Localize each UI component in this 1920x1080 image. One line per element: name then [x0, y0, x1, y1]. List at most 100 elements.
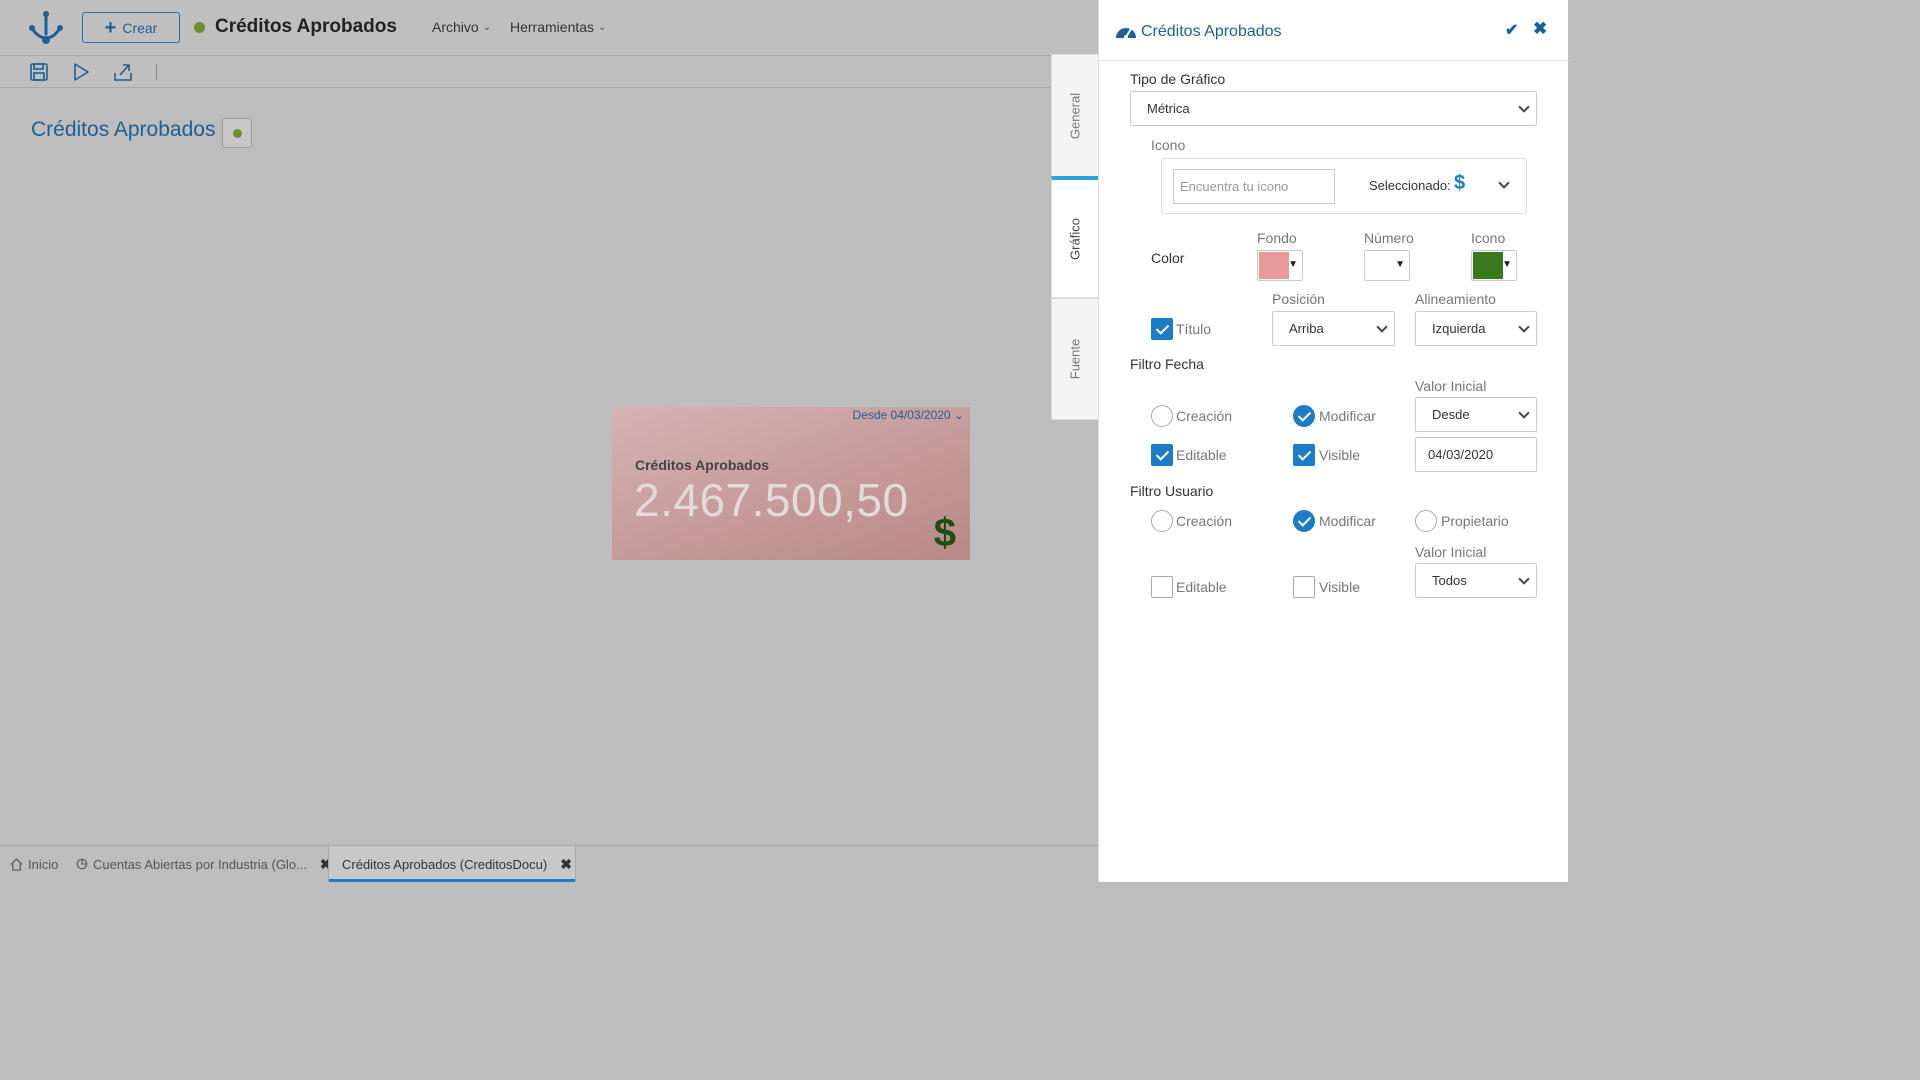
usuario-creacion-radio[interactable] — [1151, 510, 1173, 532]
icono-color-picker[interactable]: ▼ — [1471, 250, 1517, 281]
usuario-valor-inicial-value: Todos — [1432, 573, 1467, 588]
crear-button[interactable]: + Crear — [82, 12, 180, 43]
fondo-label: Fondo — [1257, 230, 1297, 246]
usuario-editable-checkbox[interactable] — [1151, 576, 1173, 598]
alineamiento-label: Alineamiento — [1415, 291, 1496, 307]
usuario-valor-inicial-select[interactable]: Todos — [1415, 563, 1537, 598]
caret-down-icon: ▼ — [1288, 259, 1298, 270]
chevron-down-icon — [1518, 101, 1530, 113]
fecha-valor-inicial-value: Desde — [1432, 407, 1470, 422]
dollar-icon: $ — [1454, 172, 1466, 194]
tipo-grafico-value: Métrica — [1147, 101, 1190, 116]
panel-header: Créditos Aprobados ✔ ✖ — [1099, 0, 1569, 61]
color-label: Color — [1151, 250, 1185, 266]
export-icon[interactable] — [113, 62, 133, 82]
usuario-valor-inicial-label: Valor Inicial — [1415, 544, 1487, 560]
menu-archivo-label: Archivo — [432, 19, 479, 35]
titulo-label: Título — [1176, 321, 1212, 337]
fecha-visible-checkbox[interactable] — [1293, 444, 1315, 466]
usuario-propietario-radio[interactable] — [1415, 510, 1437, 532]
document-title: Créditos Aprobados — [215, 16, 397, 37]
fecha-modificar-label: Modificar — [1319, 408, 1376, 424]
numero-swatch — [1366, 252, 1396, 279]
date-filter-dropdown[interactable]: Desde 04/03/2020 ⌄ — [853, 408, 964, 422]
plus-icon: + — [104, 16, 117, 39]
close-icon[interactable]: ✖ — [1533, 19, 1547, 39]
selected-label: Seleccionado: — [1369, 178, 1451, 193]
status-dot — [233, 129, 242, 138]
chevron-down-icon — [1518, 407, 1530, 419]
tipo-grafico-select[interactable]: Métrica — [1130, 91, 1537, 126]
tab-inicio-label: Inicio — [28, 856, 59, 872]
metric-title: Créditos Aprobados — [635, 457, 770, 473]
alineamiento-select[interactable]: Izquierda — [1415, 311, 1537, 346]
page-title: Créditos Aprobados — [31, 118, 216, 141]
toolbar-divider — [156, 64, 157, 80]
app-logo-icon[interactable] — [28, 10, 64, 46]
fecha-visible-label: Visible — [1319, 447, 1360, 463]
icon-search-input[interactable] — [1173, 169, 1335, 204]
chevron-down-icon: ⌄ — [482, 21, 492, 33]
chevron-down-icon — [1518, 573, 1530, 585]
home-icon — [10, 857, 23, 871]
icono-color-label: Icono — [1471, 230, 1506, 246]
chevron-down-icon: ⌄ — [598, 21, 607, 33]
menu-archivo[interactable]: Archivo ⌄ — [432, 19, 491, 35]
status-dot — [194, 22, 205, 33]
tab-general[interactable]: General — [1051, 54, 1098, 178]
save-icon[interactable] — [29, 62, 49, 82]
posicion-value: Arriba — [1289, 321, 1324, 336]
usuario-modificar-radio[interactable] — [1293, 510, 1315, 532]
icono-label: Icono — [1151, 137, 1186, 153]
gauge-icon — [1116, 28, 1136, 39]
tab-grafico[interactable]: Gráfico — [1051, 176, 1098, 298]
filtro-fecha-label: Filtro Fecha — [1130, 356, 1204, 372]
chevron-down-icon — [1376, 321, 1388, 333]
fecha-date-input[interactable] — [1415, 437, 1537, 472]
usuario-modificar-label: Modificar — [1319, 513, 1376, 529]
posicion-select[interactable]: Arriba — [1272, 311, 1395, 346]
fecha-valor-inicial-select[interactable]: Desde — [1415, 397, 1537, 432]
chevron-down-icon — [1518, 321, 1530, 333]
usuario-editable-label: Editable — [1176, 579, 1227, 595]
tab-fuente[interactable]: Fuente — [1051, 298, 1098, 420]
fecha-modificar-radio[interactable] — [1293, 405, 1315, 427]
date-filter-label: Desde 04/03/2020 — [852, 408, 951, 422]
titulo-checkbox[interactable] — [1151, 318, 1173, 340]
menu-herramientas[interactable]: Herramientas ⌄ — [510, 19, 606, 35]
numero-color-picker[interactable]: ▼ — [1364, 250, 1410, 281]
tab-inicio[interactable]: Inicio — [2, 846, 66, 882]
fecha-editable-label: Editable — [1176, 447, 1227, 463]
dollar-icon: $ — [933, 511, 956, 555]
chevron-down-icon[interactable] — [1498, 177, 1510, 189]
tab-cuentas-abiertas[interactable]: Cuentas Abiertas por Industria (Glo... ✖ — [68, 846, 340, 882]
toolbar — [0, 56, 1098, 88]
close-icon[interactable]: ✖ — [560, 856, 572, 873]
usuario-visible-checkbox[interactable] — [1293, 576, 1315, 598]
fecha-valor-inicial-label: Valor Inicial — [1415, 378, 1487, 394]
numero-label: Número — [1364, 230, 1414, 246]
posicion-label: Posición — [1272, 291, 1325, 307]
caret-down-icon: ▼ — [1395, 259, 1405, 270]
tab-cuentas-label: Cuentas Abiertas por Industria (Glo... — [93, 856, 307, 872]
usuario-propietario-label: Propietario — [1441, 513, 1509, 529]
tab-creditos-label: Créditos Aprobados (CreditosDocu) — [342, 856, 548, 872]
caret-down-icon: ▼ — [1502, 259, 1512, 270]
usuario-creacion-label: Creación — [1176, 513, 1233, 529]
tab-grafico-label: Gráfico — [1067, 217, 1083, 260]
panel-title: Créditos Aprobados — [1141, 23, 1282, 40]
play-icon[interactable] — [71, 62, 91, 82]
fondo-swatch — [1259, 252, 1289, 279]
fecha-editable-checkbox[interactable] — [1151, 444, 1173, 466]
crear-label: Crear — [122, 19, 158, 36]
status-toggle-button[interactable] — [222, 118, 252, 148]
icon-picker: Seleccionado: $ — [1161, 158, 1527, 214]
tab-creditos-aprobados[interactable]: Créditos Aprobados (CreditosDocu) ✖ — [328, 846, 576, 882]
metric-value: 2.467.500,50 — [634, 474, 909, 526]
filtro-usuario-label: Filtro Usuario — [1130, 483, 1214, 499]
fondo-color-picker[interactable]: ▼ — [1257, 250, 1303, 281]
fecha-creacion-radio[interactable] — [1151, 405, 1173, 427]
metric-widget: Desde 04/03/2020 ⌄ Créditos Aprobados 2.… — [612, 407, 970, 560]
icono-swatch — [1473, 252, 1503, 279]
check-icon[interactable]: ✔ — [1505, 20, 1518, 40]
